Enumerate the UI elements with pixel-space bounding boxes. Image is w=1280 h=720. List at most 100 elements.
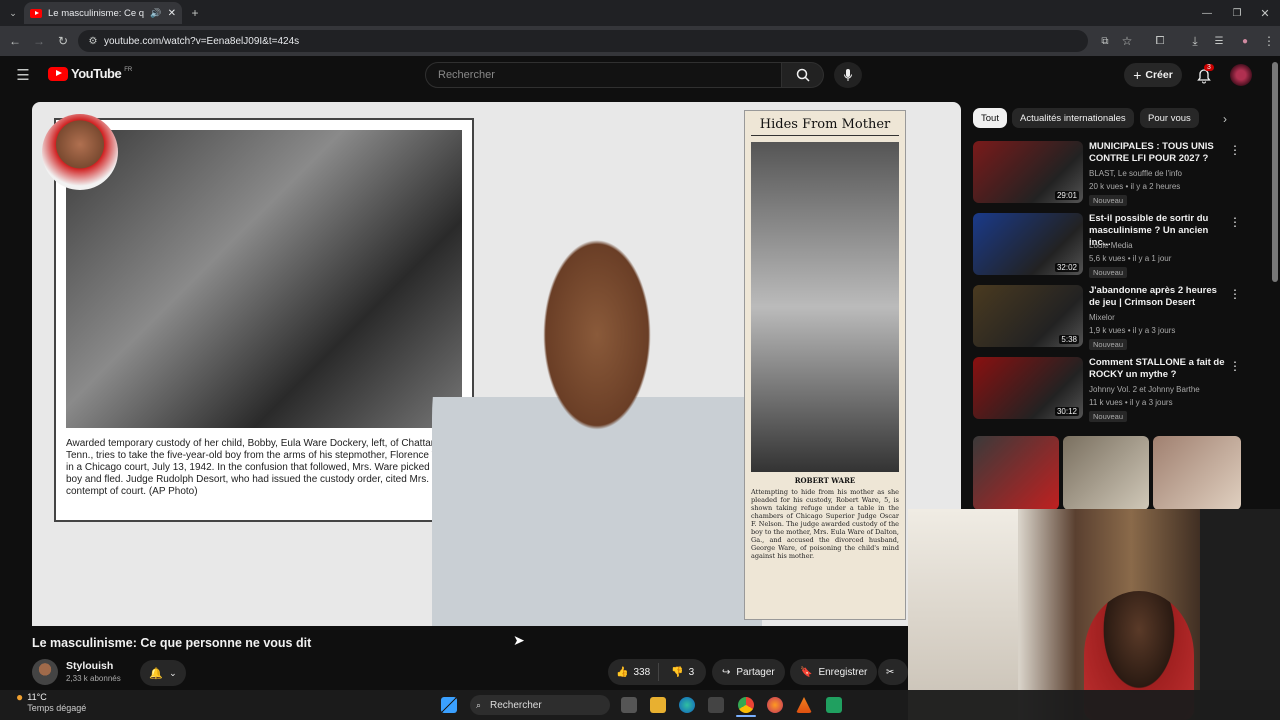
firefox-icon[interactable] [767,697,783,713]
account-avatar[interactable] [1230,64,1252,86]
share-label: Partager [736,666,775,678]
weather-temperature: 11°C [27,692,47,702]
webcam-overlay [908,509,1280,720]
new-tab-icon[interactable]: + [186,4,204,22]
recommendation-title[interactable]: Comment STALLONE a fait de ROCKY un myth… [1089,357,1227,381]
video-player[interactable]: Awarded temporary custody of her child, … [32,102,961,626]
task-view-icon[interactable] [621,697,637,713]
short-thumbnail[interactable] [1063,436,1149,510]
short-thumbnail[interactable] [973,436,1059,510]
recommendation-thumbnail[interactable]: 5:38 [973,285,1083,347]
clipping-title: Hides From Mother [751,117,899,136]
search-button[interactable] [782,62,824,88]
presenter-figure [432,210,762,626]
recommendation-channel[interactable]: Loule Media [1089,241,1133,251]
video-duration: 32:02 [1054,263,1079,272]
extensions-icon[interactable]: ⧠ [1151,32,1169,50]
recommendation-item[interactable]: 32:02 Est-il possible de sortir du mascul… [973,213,1241,278]
tab-audio-icon[interactable]: 🔊 [150,8,161,19]
recommendation-title[interactable]: MUNICIPALES : TOUS UNIS CONTRE LFI POUR … [1089,141,1227,165]
thumbs-down-icon: 👎 [671,666,684,678]
save-button[interactable]: 🔖 Enregistrer [790,659,878,685]
archive-photo-caption: Awarded temporary custody of her child, … [66,438,462,497]
youtube-logo-icon [48,66,68,81]
windows-start-icon[interactable] [441,697,457,713]
browser-menu-icon[interactable]: ⋮ [1260,32,1278,50]
recommendation-item[interactable]: 29:01 MUNICIPALES : TOUS UNIS CONTRE LFI … [973,141,1241,206]
active-app-indicator [736,715,756,717]
webcam-door [908,509,1018,720]
short-thumbnail[interactable] [1153,436,1241,510]
tab-search-icon[interactable]: ⌄ [4,4,22,22]
recommendation-channel[interactable]: BLAST, Le souffle de l'info [1089,169,1182,179]
chip-for-you[interactable]: Pour vous [1140,108,1199,128]
more-options-icon[interactable]: ⋮ [1229,287,1241,301]
archive-photo-image [66,130,462,428]
edge-icon[interactable] [679,697,695,713]
chrome-icon[interactable] [738,697,754,713]
tab-close-icon[interactable]: ✕ [168,8,176,19]
search-placeholder: Rechercher [438,69,495,81]
youtube-logo-text: YouTube [71,66,122,81]
window-close-icon[interactable]: ✕ [1256,4,1274,22]
address-bar[interactable]: youtube.com/watch?v=Eena8elJ09I&t=424s [78,30,1088,52]
share-icon: ↪ [722,666,731,678]
voice-search-button[interactable] [834,62,862,88]
clip-button[interactable]: ✂ [878,659,908,685]
recommendation-thumbnail[interactable]: 29:01 [973,141,1083,203]
more-options-icon[interactable]: ⋮ [1229,143,1241,157]
back-icon[interactable]: ← [6,32,24,50]
notifications-button[interactable]: 3 [1194,64,1214,86]
archive-photo: Awarded temporary custody of her child, … [54,118,474,522]
store-icon[interactable] [708,697,724,713]
taskbar-search[interactable]: ⌕ Rechercher [470,695,610,715]
microphone-icon [844,69,852,81]
recommendation-title[interactable]: J'abandonne après 2 heures de jeu | Crim… [1089,285,1227,309]
search-icon [796,68,810,82]
channel-avatar[interactable] [32,659,58,685]
file-explorer-icon[interactable] [650,697,666,713]
recommendation-item[interactable]: 30:12 Comment STALLONE a fait de ROCKY un… [973,357,1241,422]
reading-list-icon[interactable]: ☰ [1210,32,1228,50]
chip-world-news[interactable]: Actualités internationales [1012,108,1134,128]
install-app-icon[interactable]: ⧉ [1096,32,1114,50]
minimize-icon[interactable]: — [1198,4,1216,22]
create-button[interactable]: + Créer [1124,63,1182,87]
weather-widget[interactable]: ● 11°C Temps dégagé [16,691,86,714]
bookmark-star-icon[interactable]: ☆ [1118,32,1136,50]
search-input[interactable]: Rechercher [425,62,782,88]
more-options-icon[interactable]: ⋮ [1229,359,1241,373]
notification-badge: 3 [1204,64,1214,71]
clipping-name: ROBERT WARE [794,476,856,485]
channel-name[interactable]: Stylouish [66,660,121,672]
forward-icon[interactable]: → [30,32,48,50]
search-icon: ⌕ [476,699,482,710]
chip-all[interactable]: Tout [973,108,1007,128]
sidebar-scrollbar[interactable] [1272,62,1278,282]
app-icon[interactable] [826,697,842,713]
maximize-icon[interactable]: ❐ [1228,4,1246,22]
recommendation-channel[interactable]: Johnny Vol. 2 et Johnny Barthe [1089,385,1200,395]
dislike-button[interactable]: 👎 3 [665,667,700,678]
recommendation-channel[interactable]: Mixelor [1089,313,1115,323]
site-info-icon[interactable]: ⚙ [84,32,102,50]
tab-title: Le masculinisme: Ce que personne ne vous… [48,7,145,19]
recommendation-thumbnail[interactable]: 30:12 [973,357,1083,419]
dislike-count: 3 [688,666,695,678]
like-dislike-group: 👍 338 👎 3 [608,659,706,685]
chevron-right-icon[interactable]: › [1216,110,1234,128]
newspaper-clipping: Hides From Mother ROBERT WARE Attempting… [744,110,906,620]
hamburger-menu-icon[interactable]: ☰ [14,66,32,84]
browser-tab[interactable]: Le masculinisme: Ce que personne ne vous… [24,2,182,24]
youtube-logo[interactable]: YouTube FR [48,66,132,81]
recommendation-item[interactable]: 5:38 J'abandonne après 2 heures de jeu | … [973,285,1241,350]
recommendation-thumbnail[interactable]: 32:02 [973,213,1083,275]
more-options-icon[interactable]: ⋮ [1229,215,1241,229]
subscribe-bell-button[interactable]: 🔔 ⌄ [140,660,186,686]
webcam-chair [1200,509,1280,720]
like-button[interactable]: 👍 338 [608,663,660,681]
share-button[interactable]: ↪ Partager [712,659,785,685]
download-icon[interactable]: ⤓ [1186,32,1204,50]
reload-icon[interactable]: ↻ [54,32,72,50]
profile-icon[interactable]: ● [1236,32,1254,50]
